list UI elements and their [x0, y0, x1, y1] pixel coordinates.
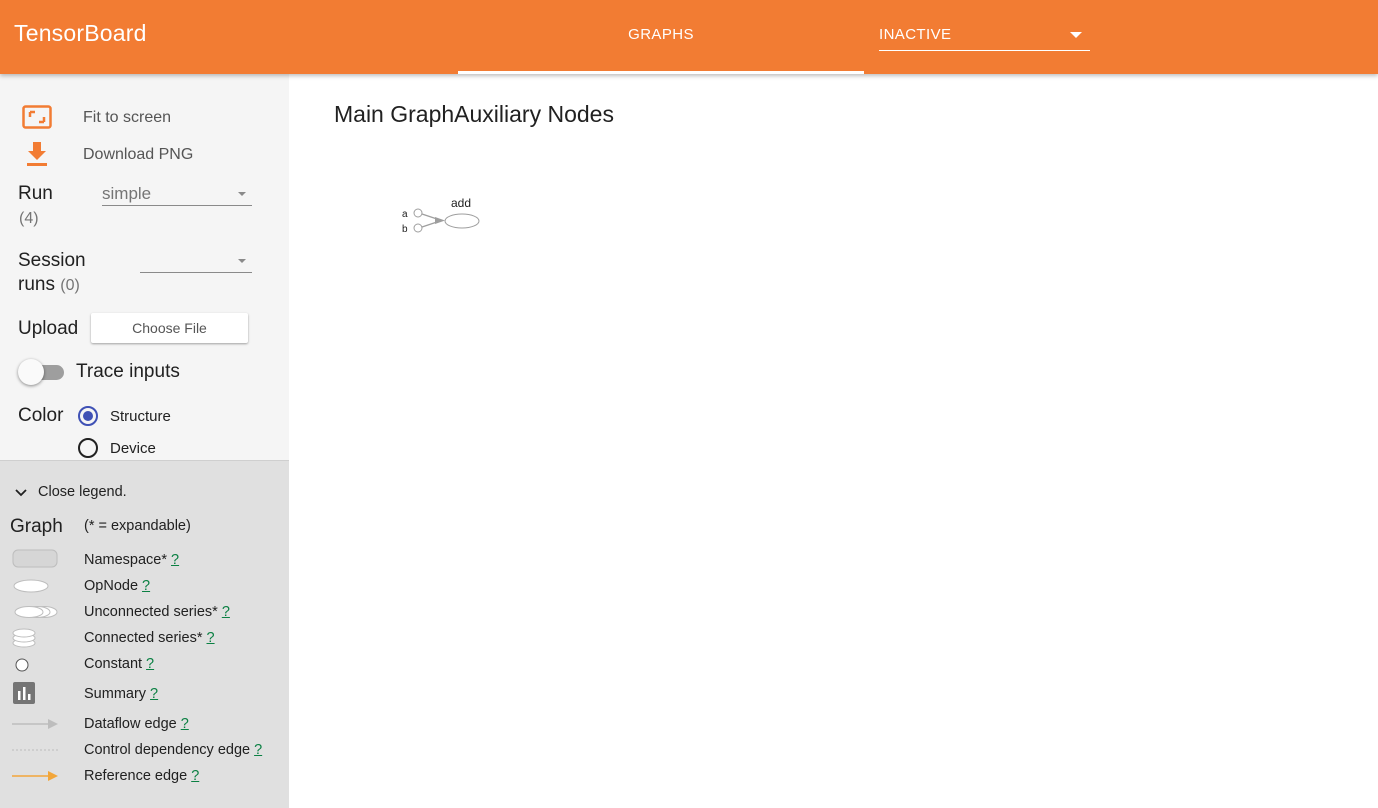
caret-down-icon — [1070, 32, 1082, 38]
top-toolbar: TensorBoard GRAPHS INACTIVE — [0, 0, 1378, 74]
opnode-icon — [12, 578, 52, 599]
legend-item-namespace: Namespace*? — [84, 552, 179, 568]
legend-item-opnode: OpNode? — [84, 578, 150, 594]
input-node-b-label: b — [402, 224, 408, 235]
color-label: Color — [18, 405, 64, 426]
tab-graphs[interactable]: GRAPHS — [458, 0, 864, 74]
download-icon[interactable] — [25, 141, 49, 167]
reference-edge-help-link[interactable]: ? — [191, 768, 199, 784]
run-label: Run — [18, 183, 53, 204]
inactive-dashboards-dropdown[interactable]: INACTIVE — [879, 24, 1090, 51]
constant-help-link[interactable]: ? — [146, 656, 154, 672]
inactive-dropdown-label: INACTIVE — [879, 26, 952, 43]
graph-legend: Close legend. Graph (* = expandable) Nam… — [0, 460, 289, 808]
session-runs-label-word: runs — [18, 274, 55, 295]
fit-to-screen-icon[interactable] — [22, 105, 52, 129]
input-node-b[interactable] — [413, 223, 423, 233]
edge-arrowhead — [435, 217, 445, 224]
session-runs-count: (0) — [60, 277, 80, 294]
dataflow-edge-icon — [12, 717, 60, 736]
add-op-label: add — [451, 196, 471, 210]
legend-title: Graph — [10, 516, 63, 537]
graph-diagram[interactable]: a b add — [399, 192, 489, 242]
summary-help-link[interactable]: ? — [150, 686, 158, 702]
input-node-a-label: a — [402, 209, 408, 220]
chevron-down-icon — [15, 489, 27, 497]
input-node-a[interactable] — [413, 208, 423, 218]
fit-to-screen-button[interactable]: Fit to screen — [83, 109, 171, 127]
summary-icon — [13, 682, 36, 709]
legend-connected-label: Connected series* — [84, 630, 203, 646]
legend-item-connected-series: Connected series*? — [84, 630, 215, 646]
caret-down-icon — [238, 192, 246, 196]
run-count: (4) — [19, 210, 39, 227]
legend-constant-label: Constant — [84, 656, 143, 672]
tab-graphs-label: GRAPHS — [628, 26, 694, 43]
reference-edge-icon — [12, 769, 60, 788]
legend-item-summary: Summary? — [84, 686, 158, 702]
graph-title: Main GraphAuxiliary Nodes — [334, 101, 614, 127]
legend-opnode-label: OpNode — [84, 578, 139, 594]
radio-structure-label[interactable]: Structure — [110, 408, 171, 425]
legend-reference-label: Reference edge — [84, 768, 188, 784]
trace-inputs-toggle-knob[interactable] — [18, 359, 44, 385]
control-dependency-help-link[interactable]: ? — [254, 742, 262, 758]
choose-file-button[interactable]: Choose File — [91, 313, 248, 343]
run-select[interactable]: simple — [102, 182, 252, 206]
opnode-help-link[interactable]: ? — [142, 578, 150, 594]
radio-structure[interactable] — [78, 406, 98, 426]
constant-icon — [14, 657, 30, 678]
close-legend-toggle[interactable]: Close legend. — [14, 484, 144, 504]
legend-item-constant: Constant? — [84, 656, 154, 672]
connected-series-help-link[interactable]: ? — [207, 630, 215, 646]
legend-subtitle: (* = expandable) — [84, 518, 191, 534]
connected-series-icon — [12, 627, 38, 654]
legend-unconnected-label: Unconnected series* — [84, 604, 218, 620]
close-legend-label: Close legend. — [38, 484, 127, 500]
add-op-node[interactable] — [444, 213, 480, 229]
sidebar: Fit to screen Download PNG Run (4) simpl… — [0, 74, 289, 808]
namespace-icon — [12, 549, 58, 574]
app-title: TensorBoard — [14, 20, 147, 46]
run-select-value: simple — [102, 184, 152, 203]
legend-control-label: Control dependency edge — [84, 742, 251, 758]
legend-item-control-dependency-edge: Control dependency edge? — [84, 742, 262, 758]
session-runs-label: Session — [18, 250, 86, 271]
legend-item-unconnected-series: Unconnected series*? — [84, 604, 230, 620]
legend-namespace-label: Namespace* — [84, 552, 168, 568]
namespace-help-link[interactable]: ? — [171, 552, 179, 568]
session-runs-label-line2: runs (0) — [18, 274, 80, 296]
caret-down-icon — [238, 259, 246, 263]
active-tab-indicator — [458, 71, 864, 74]
unconnected-series-icon — [12, 604, 60, 625]
upload-label: Upload — [18, 318, 79, 339]
unconnected-series-help-link[interactable]: ? — [222, 604, 230, 620]
graph-controls: Fit to screen Download PNG Run (4) simpl… — [0, 74, 289, 460]
radio-device-label[interactable]: Device — [110, 440, 156, 457]
graph-canvas[interactable]: Main GraphAuxiliary Nodes a b add — [289, 74, 1378, 808]
dataflow-edge-help-link[interactable]: ? — [181, 716, 189, 732]
radio-device[interactable] — [78, 438, 98, 458]
control-dependency-edge-icon — [12, 743, 60, 762]
session-runs-select[interactable] — [140, 249, 252, 273]
legend-summary-label: Summary — [84, 686, 147, 702]
legend-dataflow-label: Dataflow edge — [84, 716, 177, 732]
legend-item-dataflow-edge: Dataflow edge? — [84, 716, 189, 732]
legend-item-reference-edge: Reference edge? — [84, 768, 199, 784]
download-png-button[interactable]: Download PNG — [83, 146, 193, 164]
trace-inputs-label: Trace inputs — [76, 361, 180, 382]
